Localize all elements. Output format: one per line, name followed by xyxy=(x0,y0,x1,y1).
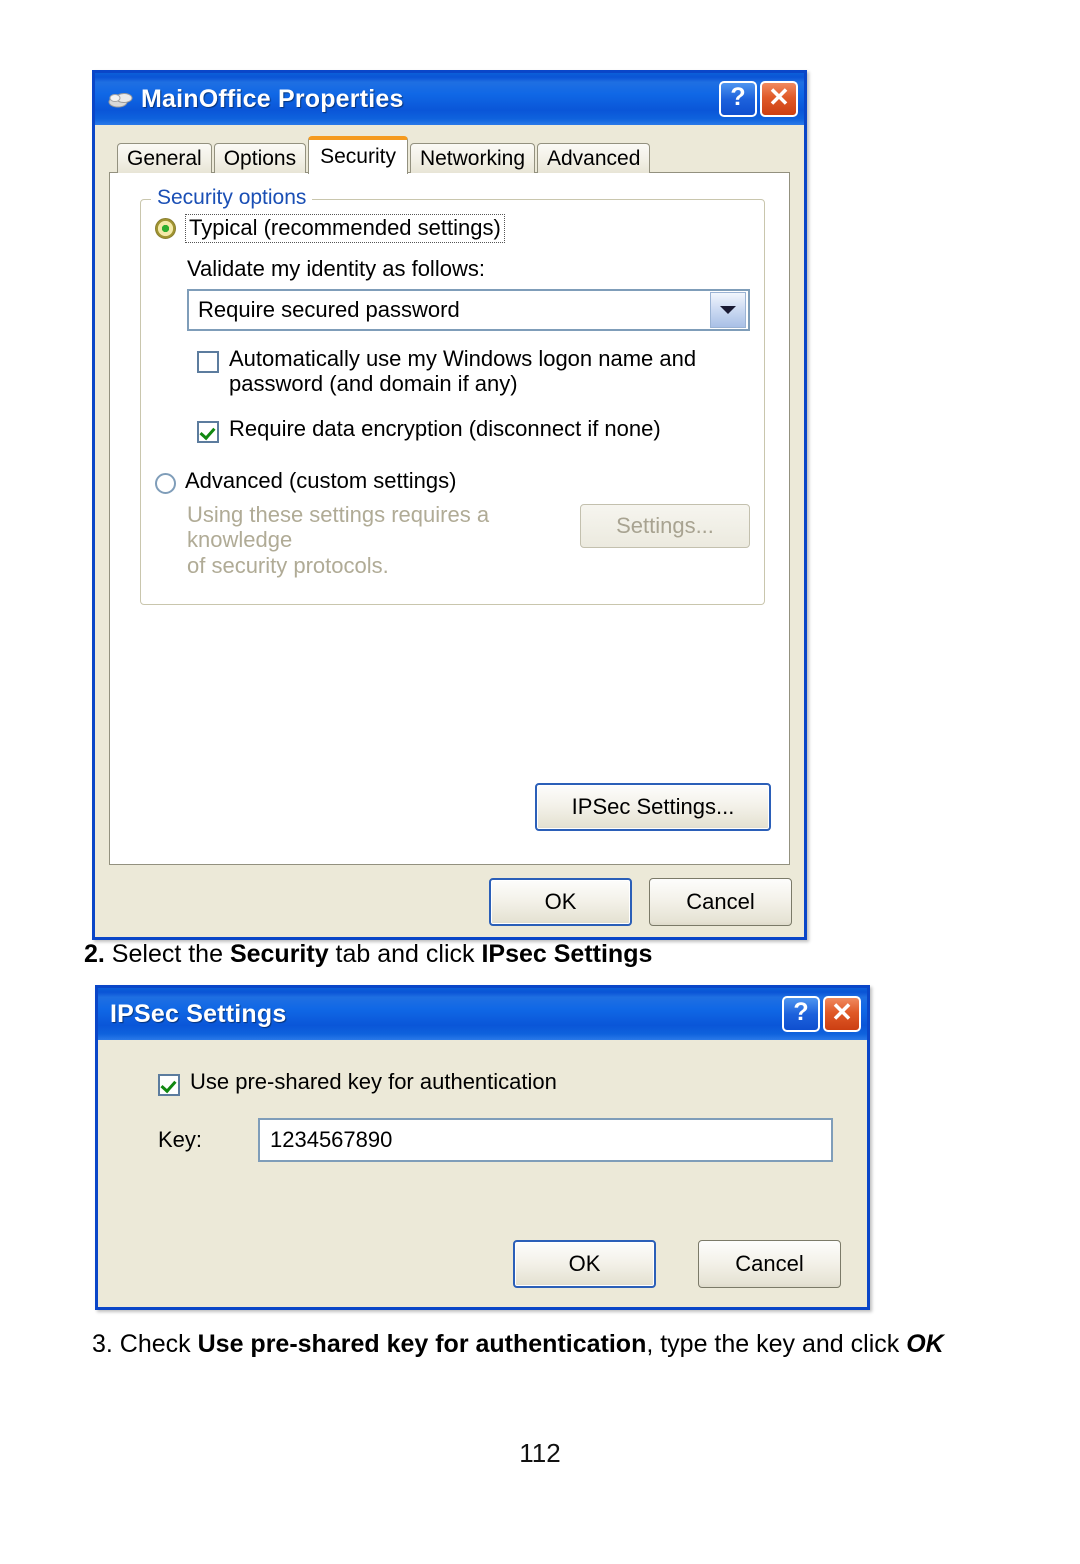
advanced-description-row: Using these settings requires a knowledg… xyxy=(155,494,750,579)
tab-security-label: Security xyxy=(320,145,396,168)
tab-networking-label: Networking xyxy=(419,146,525,170)
auto-logon-checkbox-row[interactable]: Automatically use my Windows logon name … xyxy=(197,346,750,396)
close-icon: ✕ xyxy=(831,997,853,1027)
properties-body: General Options Security Networking Adva… xyxy=(95,125,804,940)
advanced-radio-label: Advanced (custom settings) xyxy=(185,467,457,493)
preshared-key-label: Use pre-shared key for authentication xyxy=(190,1069,557,1094)
ipsec-close-button[interactable]: ✕ xyxy=(823,996,861,1032)
ipsec-body: Use pre-shared key for authentication Ke… xyxy=(98,1040,867,1310)
caption-step-2: 2. Select the Security tab and click IPs… xyxy=(84,940,652,969)
ipsec-footer: OK Cancel xyxy=(98,1240,841,1288)
properties-titlebar[interactable]: MainOffice Properties ? ✕ xyxy=(92,70,807,125)
validate-identity-value: Require secured password xyxy=(198,297,460,323)
typical-radio-button[interactable] xyxy=(155,218,176,239)
typical-radio-label: Typical (recommended settings) xyxy=(185,214,505,243)
preshared-key-checkbox-row[interactable]: Use pre-shared key for authentication xyxy=(158,1069,841,1096)
tab-general-label: General xyxy=(127,146,202,170)
close-button[interactable]: ✕ xyxy=(760,81,798,117)
validate-identity-combo[interactable]: Require secured password xyxy=(187,289,750,332)
auto-logon-label-line1: Automatically use my Windows logon name … xyxy=(229,346,697,372)
preshared-key-checkbox[interactable] xyxy=(158,1074,180,1096)
typical-radio-row[interactable]: Typical (recommended settings) xyxy=(155,214,750,243)
ipsec-help-button[interactable]: ? xyxy=(782,996,820,1032)
key-label: Key: xyxy=(158,1127,203,1152)
tab-advanced[interactable]: Advanced xyxy=(537,143,651,173)
security-tab-page: Security options Typical (recommended se… xyxy=(109,172,790,865)
auto-logon-label: Automatically use my Windows logon name … xyxy=(229,346,697,396)
advanced-description-line1: Using these settings requires a knowledg… xyxy=(187,501,490,553)
auto-logon-checkbox[interactable] xyxy=(197,351,219,374)
chevron-shape xyxy=(720,306,736,315)
properties-footer: OK Cancel xyxy=(489,878,792,926)
tab-security[interactable]: Security xyxy=(308,136,408,174)
properties-title: MainOffice Properties xyxy=(141,84,404,113)
ipsec-settings-button-wrap: IPSec Settings... xyxy=(535,783,771,831)
chevron-down-icon[interactable] xyxy=(710,292,746,329)
help-button[interactable]: ? xyxy=(719,81,757,117)
network-connection-icon xyxy=(107,89,133,111)
advanced-radio-button[interactable] xyxy=(155,472,176,494)
ipsec-titlebar[interactable]: IPSec Settings ? ✕ xyxy=(95,985,870,1040)
ipsec-title: IPSec Settings xyxy=(110,999,287,1028)
help-icon: ? xyxy=(730,82,746,111)
tab-advanced-label: Advanced xyxy=(547,146,641,170)
caption-step-2-part2: tab and click xyxy=(328,940,482,968)
tab-strip: General Options Security Networking Adva… xyxy=(109,135,790,174)
ipsec-ok-button[interactable]: OK xyxy=(513,1240,656,1288)
require-encryption-checkbox-row[interactable]: Require data encryption (disconnect if n… xyxy=(197,415,750,443)
settings-button-label: Settings... xyxy=(616,512,714,538)
ipsec-titlebar-buttons: ? ✕ xyxy=(782,996,861,1032)
close-icon: ✕ xyxy=(768,82,790,112)
advanced-radio-row[interactable]: Advanced (custom settings) xyxy=(155,467,750,494)
caption-step-2-part1: Select the xyxy=(104,940,230,968)
properties-titlebar-buttons: ? ✕ xyxy=(719,81,798,117)
page-number: 112 xyxy=(519,1438,561,1468)
tab-options-label: Options xyxy=(223,146,297,170)
validate-identity-label: Validate my identity as follows: xyxy=(187,255,485,281)
tab-options[interactable]: Options xyxy=(213,143,307,173)
require-encryption-checkbox[interactable] xyxy=(197,420,219,443)
ok-button[interactable]: OK xyxy=(489,878,632,926)
key-field-row: Key: 1234567890 xyxy=(158,1118,841,1162)
cancel-button-label: Cancel xyxy=(686,889,755,914)
caption-step-3-ok: OK xyxy=(906,1330,944,1358)
ok-button-label: OK xyxy=(544,889,577,914)
settings-button: Settings... xyxy=(580,503,750,548)
caption-step-2-bold1: Security xyxy=(229,940,329,968)
validate-identity-group: Validate my identity as follows: Require… xyxy=(187,255,750,332)
security-options-label: Security options xyxy=(151,186,313,210)
auto-logon-label-line2: password (and domain if any) xyxy=(229,370,518,396)
help-icon: ? xyxy=(793,997,809,1026)
ipsec-settings-button[interactable]: IPSec Settings... xyxy=(535,783,771,831)
caption-step-2-bold2: IPsec Settings xyxy=(481,940,653,968)
security-options-groupbox: Security options Typical (recommended se… xyxy=(140,186,765,606)
caption-step-3-part1: 3. Check xyxy=(92,1330,198,1358)
ipsec-settings-dialog: IPSec Settings ? ✕ Use pre-shared key fo… xyxy=(95,985,870,1310)
caption-step-3-bold1: Use pre-shared key for authentication xyxy=(197,1330,647,1358)
caption-step-2-number: 2. xyxy=(84,940,105,968)
ipsec-cancel-button-label: Cancel xyxy=(735,1251,804,1276)
ipsec-ok-button-label: OK xyxy=(568,1251,601,1276)
tab-networking[interactable]: Networking xyxy=(409,143,535,173)
ipsec-cancel-button[interactable]: Cancel xyxy=(698,1240,841,1288)
caption-step-3-part2: , type the key and click xyxy=(646,1330,907,1358)
key-input-value: 1234567890 xyxy=(270,1127,393,1152)
advanced-description: Using these settings requires a knowledg… xyxy=(187,502,580,579)
advanced-description-line2: of security protocols. xyxy=(187,552,389,578)
ipsec-settings-button-label: IPSec Settings... xyxy=(571,794,735,819)
caption-step-3: 3. Check Use pre-shared key for authenti… xyxy=(92,1330,944,1359)
tab-general[interactable]: General xyxy=(117,143,212,173)
mainoffice-properties-dialog: MainOffice Properties ? ✕ General Option… xyxy=(92,70,807,940)
key-input[interactable]: 1234567890 xyxy=(258,1118,833,1162)
cancel-button[interactable]: Cancel xyxy=(649,878,792,926)
require-encryption-label: Require data encryption (disconnect if n… xyxy=(229,415,661,441)
